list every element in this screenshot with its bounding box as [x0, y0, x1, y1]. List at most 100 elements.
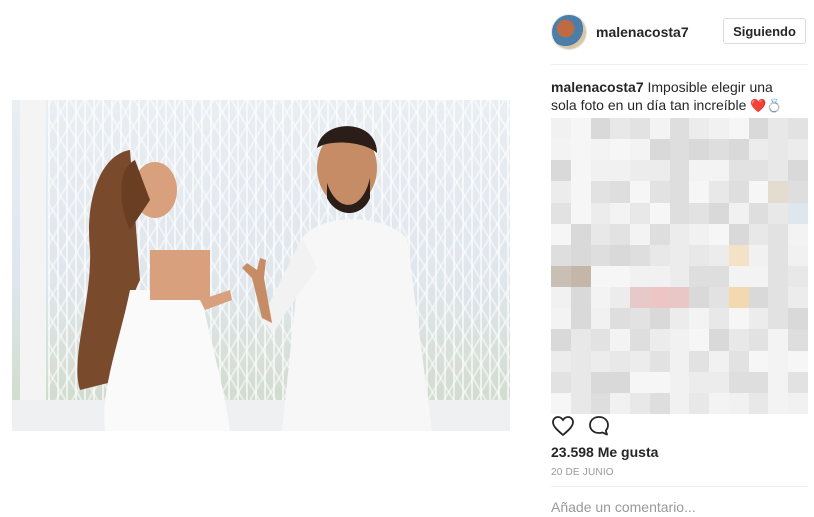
pixel-cell — [649, 181, 670, 203]
woman-figure — [77, 150, 232, 431]
pixel-cell — [728, 160, 749, 182]
man-figure — [242, 126, 432, 431]
pixel-cell — [610, 118, 631, 140]
pixel-cell — [551, 287, 571, 309]
pixel-cell — [630, 223, 650, 245]
pixel-cell — [709, 287, 729, 309]
pixel-cell — [709, 308, 729, 330]
pixel-cell — [689, 287, 710, 309]
pixel-cell — [748, 118, 769, 140]
pixel-cell — [728, 265, 749, 288]
pixel-cell — [709, 265, 729, 288]
pixel-cell — [709, 139, 729, 161]
pixel-cell — [788, 308, 808, 330]
pixel-cell — [630, 287, 650, 309]
pixel-cell — [551, 308, 571, 330]
pixel-cell — [669, 287, 690, 309]
pixel-cell — [709, 223, 729, 245]
caption-username[interactable]: malenacosta7 — [551, 79, 644, 95]
pixel-cell — [590, 223, 611, 245]
pixel-cell — [669, 308, 690, 330]
pixel-cell — [610, 371, 631, 393]
comment-input[interactable] — [551, 497, 808, 517]
pixel-cell — [788, 265, 808, 288]
pixel-cell — [689, 139, 710, 161]
pixel-cell — [551, 160, 571, 182]
pixel-cell — [551, 244, 571, 266]
pixel-cell — [748, 160, 769, 182]
heart-outline-icon[interactable] — [551, 414, 575, 438]
pixel-cell — [551, 392, 571, 414]
pixel-cell — [748, 244, 769, 266]
pixel-cell — [610, 160, 631, 182]
pixel-cell — [689, 350, 710, 372]
pixel-cell — [570, 223, 591, 245]
pixel-cell — [669, 118, 690, 140]
pixel-cell — [748, 329, 769, 351]
pixel-cell — [570, 392, 591, 414]
pixel-cell — [768, 202, 789, 224]
speech-bubble-icon[interactable] — [587, 414, 611, 438]
pixel-cell — [630, 265, 650, 288]
pixel-cell — [570, 181, 591, 203]
pixel-cell — [570, 371, 591, 393]
post-photo[interactable] — [12, 100, 510, 431]
avatar[interactable] — [551, 14, 587, 50]
pixel-cell — [748, 371, 769, 393]
pixel-cell — [788, 371, 808, 393]
username-link[interactable]: malenacosta7 — [596, 24, 689, 40]
pixel-cell — [768, 118, 789, 140]
pixel-cell — [768, 223, 789, 245]
pixel-cell — [689, 244, 710, 266]
pixel-cell — [709, 392, 729, 414]
pixel-cell — [728, 392, 749, 414]
pixel-cell — [630, 202, 650, 224]
pixel-cell — [570, 160, 591, 182]
pixel-cell — [590, 118, 611, 140]
post-header: malenacosta7 Siguiendo — [551, 12, 808, 52]
pixel-cell — [669, 244, 690, 266]
pixel-cell — [551, 350, 571, 372]
pixel-cell — [788, 118, 808, 140]
pixel-cell — [610, 350, 631, 372]
pixel-cell — [768, 139, 789, 161]
likes-count[interactable]: 23.598 Me gusta — [551, 444, 658, 460]
pixel-cell — [709, 329, 729, 351]
pixel-cell — [748, 181, 769, 203]
pixel-cell — [610, 308, 631, 330]
pixel-cell — [630, 329, 650, 351]
pixel-cell — [551, 118, 571, 140]
pixel-cell — [768, 265, 789, 288]
caption-emoji: ❤️💍 — [750, 98, 783, 113]
pixel-cell — [551, 202, 571, 224]
pixel-cell — [610, 392, 631, 414]
pixel-cell — [768, 350, 789, 372]
pixel-cell — [788, 202, 808, 224]
pixel-cell — [728, 287, 749, 309]
pixel-cell — [590, 202, 611, 224]
pixel-cell — [610, 287, 631, 309]
pixel-cell — [728, 308, 749, 330]
pixel-cell — [748, 350, 769, 372]
pixel-cell — [669, 350, 690, 372]
pixel-cell — [551, 139, 571, 161]
pixel-cell — [748, 308, 769, 330]
pixel-cell — [669, 265, 690, 288]
pixel-cell — [551, 265, 571, 288]
pixel-cell — [768, 329, 789, 351]
pixel-cell — [728, 202, 749, 224]
following-button[interactable]: Siguiendo — [723, 18, 806, 44]
pixel-cell — [570, 308, 591, 330]
pixel-cell — [728, 329, 749, 351]
pixel-cell — [669, 223, 690, 245]
pixel-cell — [649, 139, 670, 161]
pixel-cell — [768, 181, 789, 203]
pixel-cell — [669, 392, 690, 414]
pixel-cell — [630, 139, 650, 161]
pixel-cell — [728, 223, 749, 245]
pixel-cell — [689, 160, 710, 182]
pixel-cell — [590, 350, 611, 372]
pixel-cell — [669, 160, 690, 182]
pixel-cell — [590, 160, 611, 182]
pixel-cell — [689, 392, 710, 414]
